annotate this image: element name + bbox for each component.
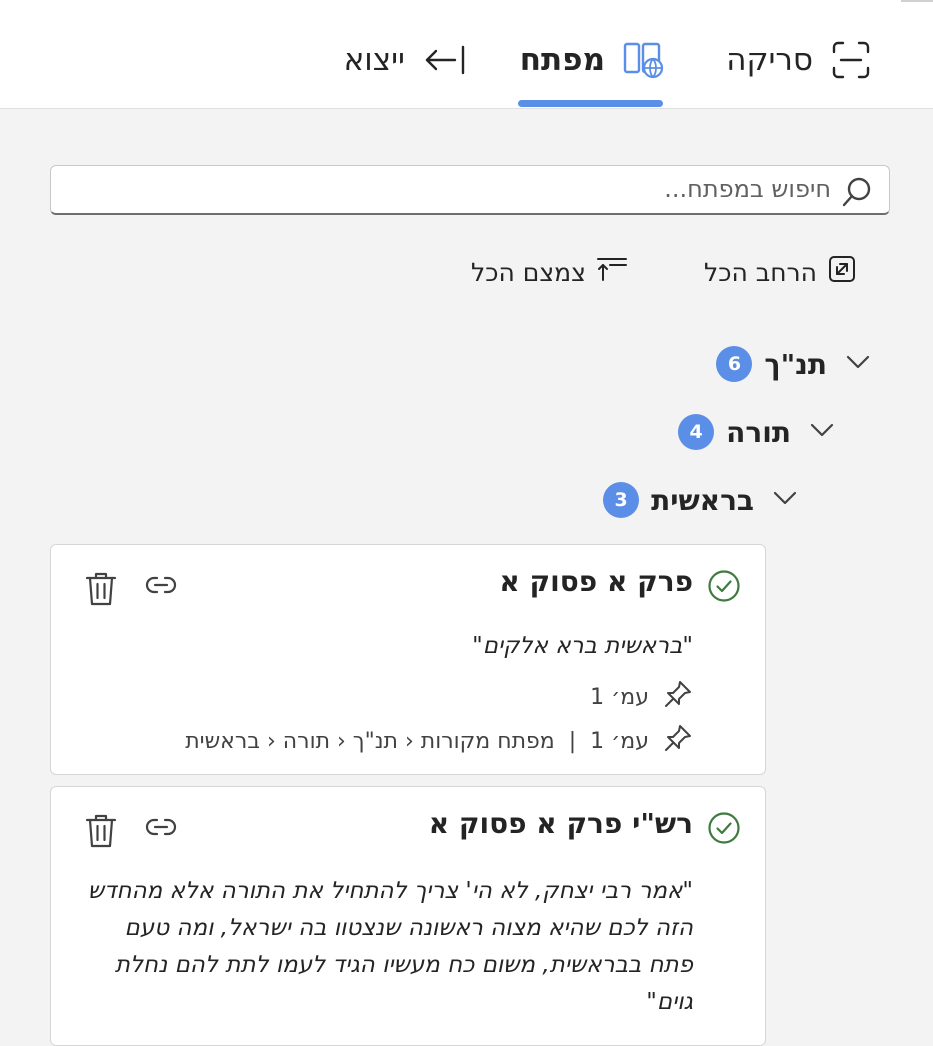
search-input[interactable] [71,166,831,212]
source-quote: "בראשית ברא אלקים" [472,633,693,659]
expand-all-button[interactable]: הרחב הכל [704,252,857,292]
window-corner [901,0,933,5]
card-title: פרק א פסוק א [499,565,693,598]
search-box [50,165,890,215]
check-circle-icon [707,811,741,849]
expand-all-label: הרחב הכל [704,257,817,287]
separator: | [568,728,577,754]
count-badge: 3 [603,482,640,518]
count-badge: 6 [716,346,753,382]
pin-icon[interactable] [663,679,693,715]
tab-scan-label: סריקה [726,42,813,78]
active-tab-indicator [518,100,663,107]
link-icon[interactable] [145,817,177,841]
collapse-icon [596,256,628,288]
check-circle-icon [707,569,741,607]
expand-icon [827,254,857,290]
page-number: עמ׳ 1 [590,684,649,710]
tree-node-torah[interactable]: תורה 4 [678,410,835,454]
logout-icon [423,43,467,77]
card-title: רש"י פרק א פסוק א [428,807,693,840]
tree-node-label: בראשית [651,483,754,517]
source-card: רש"י פרק א פסוק א "אמר רבי יצחק, לא הי' … [50,786,766,1046]
count-badge: 4 [678,414,715,450]
collapse-all-button[interactable]: צמצם הכל [471,252,628,292]
search-icon[interactable] [841,176,873,212]
collapse-all-label: צמצם הכל [471,257,586,287]
tree-node-label: תנ"ך [764,347,827,381]
tab-export[interactable]: ייצוא [344,36,467,84]
scan-icon [831,40,871,80]
source-quote: "אמר רבי יצחק, לא הי' צריך להתחיל את התו… [87,878,693,1015]
tab-scan[interactable]: סריקה [726,36,871,84]
tree-node-bereshit[interactable]: בראשית 3 [603,478,798,522]
top-tab-bar: סריקה מפתח ייצוא [0,0,933,109]
chevron-down-icon[interactable] [809,422,835,442]
source-card: פרק א פסוק א "בראשית ברא אלקים" עמ׳ 1 עמ… [50,544,766,775]
link-icon[interactable] [145,575,177,599]
source-reference: עמ׳ 1 | מפתח מקורות ‹ תנ"ך ‹ תורה ‹ בראש… [185,723,693,759]
page-reference: עמ׳ 1 [590,679,693,715]
breadcrumb[interactable]: מפתח מקורות ‹ תנ"ך ‹ תורה ‹ בראשית [185,729,555,754]
tab-export-label: ייצוא [343,42,405,78]
chevron-down-icon[interactable] [845,354,871,374]
pin-icon[interactable] [663,723,693,759]
tab-index[interactable]: מפתח [520,36,665,84]
tree-node-tanakh[interactable]: תנ"ך 6 [716,342,871,386]
trash-icon[interactable] [85,571,117,611]
tree-node-label: תורה [726,415,791,449]
trash-icon[interactable] [85,813,117,853]
tab-index-label: מפתח [519,42,605,78]
index-book-icon [623,40,665,80]
chevron-down-icon[interactable] [772,490,798,510]
source-page-number: עמ׳ 1 [590,728,649,754]
